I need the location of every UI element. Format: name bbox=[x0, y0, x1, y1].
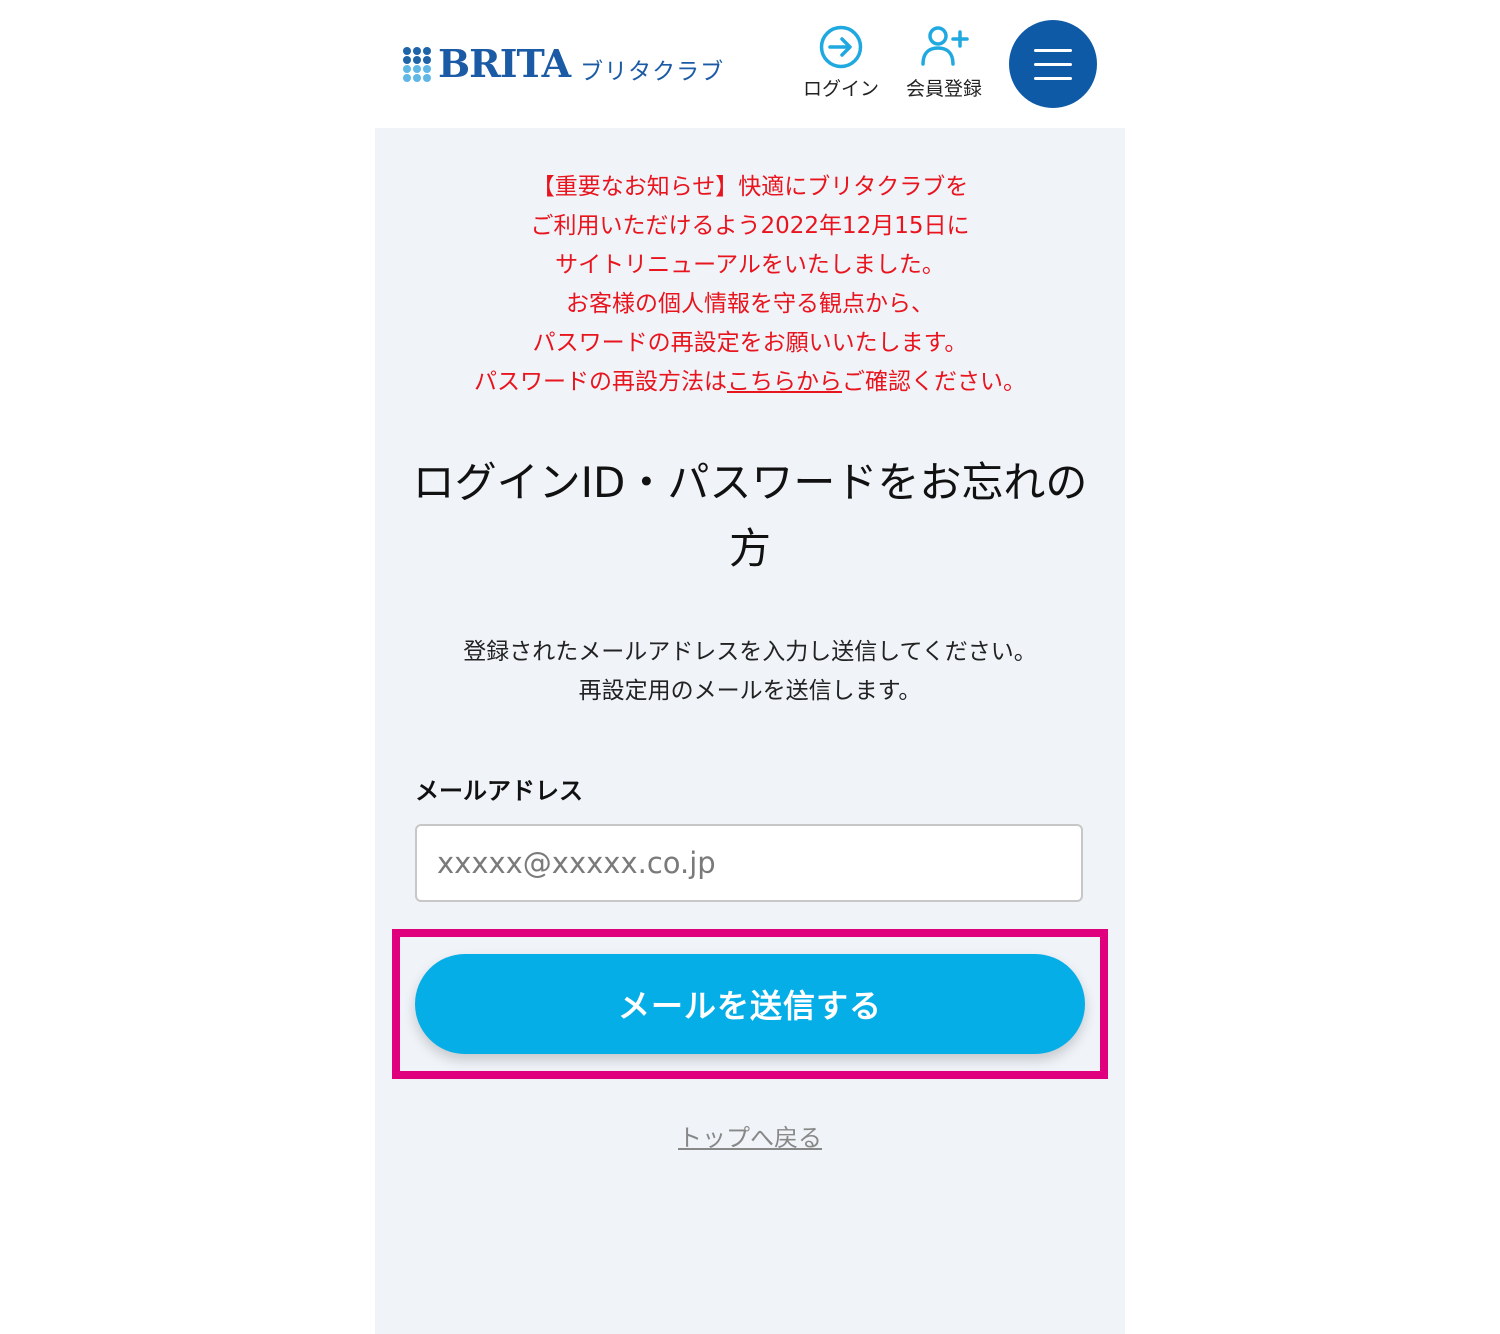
login-label: ログイン bbox=[803, 78, 880, 100]
back-to-top: トップへ戻る bbox=[375, 1118, 1125, 1153]
login-button[interactable]: ログイン bbox=[803, 24, 879, 101]
description-line: 再設定用のメールを送信します。 bbox=[578, 678, 922, 704]
notice-line: パスワードの再設定をお願いいたします。 bbox=[532, 330, 968, 356]
password-reset-guide-link[interactable]: こちらから bbox=[727, 369, 842, 395]
notice-line: ご利用いただけるよう2022年12月15日に bbox=[530, 213, 970, 239]
hamburger-menu-icon bbox=[1034, 48, 1072, 52]
description-line: 登録されたメールアドレスを入力し送信してください。 bbox=[463, 639, 1037, 665]
main-panel: 【重要なお知らせ】快適にブリタクラブを ご利用いただけるよう2022年12月15… bbox=[375, 128, 1125, 1334]
logo-dots-icon bbox=[403, 46, 432, 82]
brita-logo[interactable]: BRITA ブリタクラブ bbox=[403, 42, 724, 86]
hamburger-menu-button[interactable] bbox=[1009, 20, 1097, 108]
notice-line6-suffix: ご確認ください。 bbox=[842, 369, 1026, 395]
page-description: 登録されたメールアドレスを入力し送信してください。 再設定用のメールを送信します… bbox=[375, 633, 1125, 711]
logo-text: BRITA bbox=[438, 41, 571, 86]
notice-line: サイトリニューアルをいたしました。 bbox=[555, 252, 945, 278]
email-input[interactable] bbox=[415, 824, 1083, 902]
email-label: メールアドレス bbox=[415, 777, 583, 805]
register-label: 会員登録 bbox=[906, 78, 983, 100]
important-notice: 【重要なお知らせ】快適にブリタクラブを ご利用いただけるよう2022年12月15… bbox=[375, 168, 1125, 402]
logo-subtitle: ブリタクラブ bbox=[580, 59, 725, 85]
register-button[interactable]: 会員登録 bbox=[906, 24, 982, 101]
page-title: ログインID・パスワードをお忘れの方 bbox=[412, 458, 1088, 573]
site-header: BRITA ブリタクラブ ログイン 会員登録 bbox=[375, 0, 1125, 128]
notice-line: お客様の個人情報を守る観点から、 bbox=[566, 291, 934, 317]
notice-line6-prefix: パスワードの再設方法は bbox=[474, 369, 727, 395]
send-email-button[interactable]: メールを送信する bbox=[415, 954, 1085, 1054]
back-to-top-link[interactable]: トップへ戻る bbox=[678, 1124, 822, 1152]
user-plus-icon bbox=[921, 26, 969, 66]
notice-line: 【重要なお知らせ】快適にブリタクラブを bbox=[531, 174, 969, 200]
login-arrow-icon bbox=[819, 25, 863, 69]
notice-line: パスワードの再設方法はこちらからご確認ください。 bbox=[375, 363, 1125, 402]
